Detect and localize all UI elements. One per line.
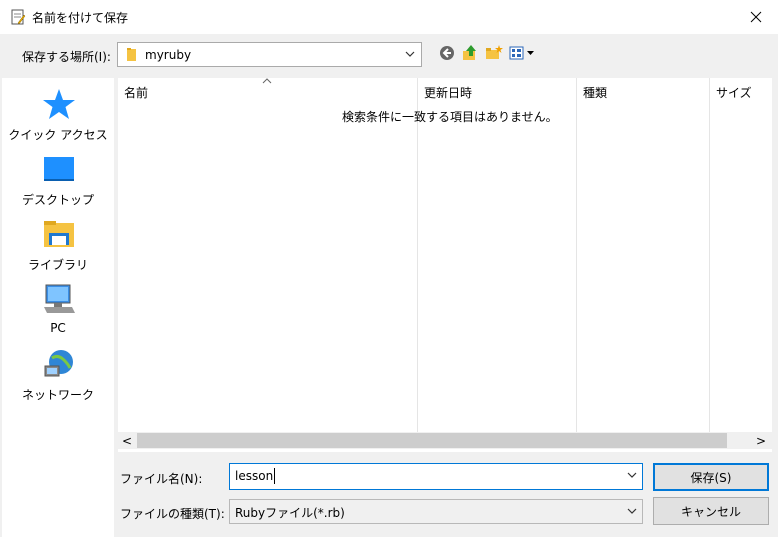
filetype-label: ファイルの種類(T):	[120, 507, 225, 521]
place-label: ネットワーク	[21, 388, 94, 402]
column-divider[interactable]	[576, 78, 577, 432]
save-dialog-icon	[11, 9, 26, 25]
scroll-left-button[interactable]: <	[118, 432, 136, 449]
window-title: 名前を付けて保存	[32, 11, 129, 25]
view-menu-icon	[509, 46, 534, 60]
place-label: ライブラリ	[27, 258, 88, 272]
chevron-down-icon[interactable]	[626, 469, 638, 481]
view-menu-button[interactable]	[508, 43, 536, 63]
column-header-type[interactable]: 種類	[583, 84, 607, 101]
filename-input[interactable]: lesson	[229, 463, 643, 490]
scroll-right-button[interactable]: >	[752, 432, 770, 449]
place-label: クイック アクセス	[8, 128, 108, 142]
scroll-left-arrow: <	[121, 433, 133, 448]
places-bar: クイック アクセス デスクトップ ライブラリ PC ネットワーク	[2, 78, 114, 537]
text-caret	[274, 468, 275, 484]
close-icon	[750, 11, 762, 23]
place-desktop[interactable]: デスクトップ	[2, 153, 114, 213]
back-button[interactable]	[438, 43, 456, 63]
cancel-button[interactable]: キャンセル	[653, 497, 769, 525]
column-header-name[interactable]: 名前	[124, 84, 148, 101]
filetype-select[interactable]: Rubyファイル(*.rb)	[229, 499, 643, 524]
chevron-down-icon[interactable]	[404, 48, 416, 60]
folder-icon	[127, 48, 136, 61]
sort-ascending-icon	[262, 78, 272, 84]
close-button[interactable]	[734, 0, 778, 34]
column-divider[interactable]	[417, 78, 418, 432]
star-icon	[43, 89, 75, 119]
empty-message: 検索条件に一致する項目はありません。	[342, 110, 558, 124]
column-header-size[interactable]: サイズ	[716, 84, 752, 101]
file-list[interactable]: 名前 更新日時 種類 サイズ 検索条件に一致する項目はありません。	[118, 78, 772, 452]
column-divider[interactable]	[709, 78, 710, 432]
scroll-right-arrow: >	[755, 433, 767, 448]
filename-label: ファイル名(N):	[120, 472, 203, 486]
horizontal-scrollbar[interactable]: < >	[118, 432, 772, 449]
place-network[interactable]: ネットワーク	[2, 348, 114, 408]
location-combo[interactable]: myruby	[117, 42, 422, 67]
filetype-value: Rubyファイル(*.rb)	[235, 506, 345, 520]
scroll-thumb[interactable]	[137, 433, 727, 448]
column-header-modified[interactable]: 更新日時	[424, 84, 472, 101]
chevron-down-icon[interactable]	[626, 505, 638, 517]
title-bar: 名前を付けて保存	[0, 0, 778, 34]
filename-value: lesson	[235, 469, 274, 483]
place-label: デスクトップ	[21, 193, 94, 207]
location-label: 保存する場所(I):	[22, 50, 111, 64]
location-value: myruby	[145, 48, 192, 62]
up-folder-button[interactable]	[460, 43, 480, 63]
place-pc[interactable]: PC	[2, 283, 114, 343]
network-icon	[44, 350, 73, 377]
computer-icon	[44, 284, 75, 313]
save-button[interactable]: 保存(S)	[653, 463, 769, 491]
back-icon	[440, 46, 454, 60]
new-folder-button[interactable]	[484, 43, 504, 63]
new-folder-icon	[486, 45, 503, 59]
desktop-icon	[44, 157, 74, 181]
place-library[interactable]: ライブラリ	[2, 218, 114, 278]
up-folder-icon	[463, 45, 476, 60]
library-icon	[44, 221, 74, 247]
place-label: PC	[50, 321, 66, 335]
place-quick-access[interactable]: クイック アクセス	[2, 88, 114, 148]
